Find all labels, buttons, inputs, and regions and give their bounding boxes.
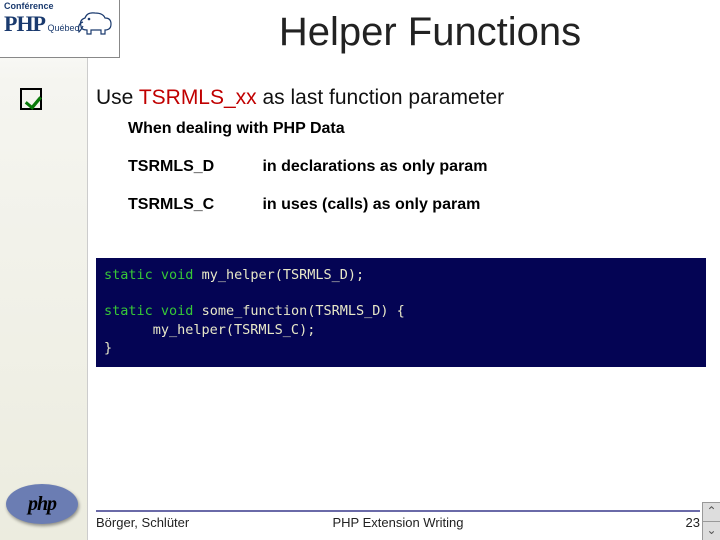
footer: Börger, Schlüter PHP Extension Writing 2… <box>96 510 700 532</box>
code-line4: my_helper(TSRMLS_C); <box>104 322 315 338</box>
nav-next-icon[interactable]: ⌄ <box>702 521 720 540</box>
sub-bullet-when: When dealing with PHP Data <box>128 120 345 138</box>
checkmark-icon <box>20 88 42 110</box>
kw-void: void <box>161 267 194 283</box>
slide-title: Helper Functions <box>150 10 710 55</box>
php-pill-text: php <box>28 493 56 516</box>
code-line1: my_helper(TSRMLS_D); <box>193 267 364 283</box>
code-line3: some_function(TSRMLS_D) { <box>193 303 404 319</box>
left-rail <box>0 0 88 540</box>
bullet-post: as last function parameter <box>257 86 504 109</box>
code-line5: } <box>104 340 112 356</box>
code-block: static void my_helper(TSRMLS_D); static … <box>96 258 706 367</box>
macro-key: TSRMLS_C <box>128 196 258 214</box>
footer-page: 23 <box>686 515 700 530</box>
kw-static: static <box>104 267 153 283</box>
elephant-icon <box>75 6 115 36</box>
bullet-highlight: TSRMLS_xx <box>139 86 257 109</box>
macro-desc: in declarations as only param <box>262 158 487 175</box>
macro-row-c: TSRMLS_C in uses (calls) as only param <box>128 196 480 214</box>
footer-title: PHP Extension Writing <box>96 515 700 530</box>
kw-static: static <box>104 303 153 319</box>
macro-desc: in uses (calls) as only param <box>262 196 480 213</box>
bullet-pre: Use <box>96 86 139 109</box>
logo-brand: PHP <box>4 11 45 36</box>
macro-row-d: TSRMLS_D in declarations as only param <box>128 158 487 176</box>
main-bullet: Use TSRMLS_xx as last function parameter <box>96 86 504 110</box>
conference-logo: Conférence PHP Québec <box>0 0 120 58</box>
php-logo-icon: php <box>6 484 78 524</box>
macro-key: TSRMLS_D <box>128 158 258 176</box>
nav-prev-icon[interactable]: ⌃ <box>702 502 720 521</box>
slide-nav: ⌃ ⌄ <box>702 502 720 540</box>
kw-void: void <box>161 303 194 319</box>
